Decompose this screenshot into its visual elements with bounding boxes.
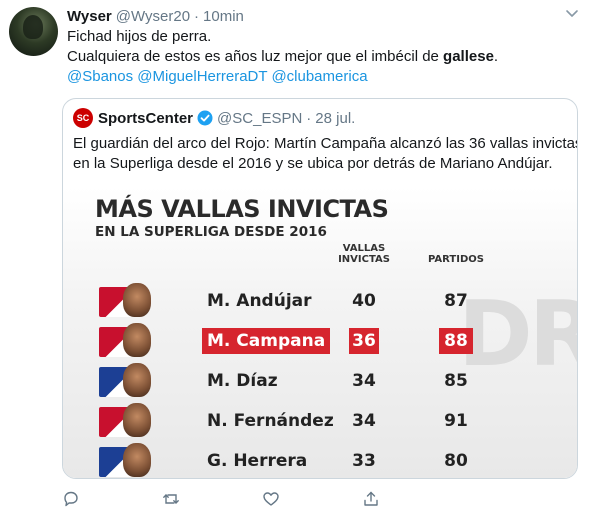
like-icon[interactable] [262, 490, 280, 508]
stats-graphic[interactable]: DR MÁS VALLAS INVICTAS EN LA SUPERLIGA D… [63, 187, 577, 478]
verified-icon [197, 110, 213, 126]
tweet-header: Wyser @Wyser20 · 10min [67, 6, 244, 26]
column-header-vallas-2: INVICTAS [338, 254, 390, 265]
quoted-separator: · [306, 109, 312, 127]
vallas-value: 34 [352, 371, 376, 391]
quoted-time[interactable]: 28 jul. [315, 110, 355, 127]
player-name: M. Campana [202, 328, 331, 354]
quoted-tweet[interactable]: SC SportsCenter @SC_ESPN · 28 jul. El gu… [62, 98, 578, 479]
player-name: G. Herrera [207, 451, 308, 471]
quoted-text: El guardián del arco del Rojo: Martín Ca… [73, 134, 578, 174]
tweet-line-2-end: . [493, 48, 499, 65]
partidos-value: 80 [444, 451, 468, 471]
graphic-subtitle: EN LA SUPERLIGA DESDE 2016 [95, 224, 327, 240]
tweet[interactable]: Wyser @Wyser20 · 10min Fichad hijos de p… [0, 0, 590, 511]
tweet-line-2: Cualquiera de estos es años luz mejor qu… [67, 47, 577, 67]
mention-sbanos[interactable]: @Sbanos [67, 68, 133, 85]
ranking-row: N. Fernández 34 91 [63, 403, 577, 439]
player-name: M. Díaz [207, 371, 278, 391]
player-name: N. Fernández [207, 411, 334, 431]
partidos-value: 88 [439, 328, 473, 354]
avatar[interactable] [9, 7, 58, 56]
partidos-value: 87 [444, 291, 468, 311]
ranking-row: M. Andújar 40 87 [63, 283, 577, 319]
column-header-vallas-1: VALLAS [342, 243, 386, 254]
player-photo [123, 363, 151, 397]
quoted-line-1: El guardián del arco del Rojo: Martín Ca… [73, 135, 578, 152]
partidos-value: 85 [444, 371, 468, 391]
quoted-header: SC SportsCenter @SC_ESPN · 28 jul. [73, 107, 355, 129]
vallas-value: 36 [349, 328, 379, 354]
quoted-line-2: en la Superliga desde el 2016 y se ubica… [73, 155, 553, 172]
column-header-partidos: PARTIDOS [428, 254, 484, 265]
ranking-row: G. Herrera 33 80 [63, 443, 577, 478]
user-handle[interactable]: @Wyser20 [116, 8, 190, 25]
player-photo [123, 443, 151, 477]
display-name[interactable]: Wyser [67, 8, 112, 25]
quoted-avatar[interactable]: SC [73, 108, 93, 128]
share-icon[interactable] [362, 490, 380, 508]
mentions-line: @Sbanos @MiguelHerreraDT @clubamerica [67, 67, 577, 87]
player-photo [123, 283, 151, 317]
separator-dot: · [194, 7, 200, 25]
retweet-icon[interactable] [162, 490, 180, 508]
partidos-value: 91 [444, 411, 468, 431]
tweet-text: Fichad hijos de perra. Cualquiera de est… [67, 27, 577, 87]
vallas-value: 34 [352, 411, 376, 431]
quoted-name[interactable]: SportsCenter [98, 110, 193, 127]
tweet-line-1: Fichad hijos de perra. [67, 28, 212, 45]
graphic-title: MÁS VALLAS INVICTAS [95, 195, 389, 223]
ranking-row: M. Campana 36 88 [63, 323, 577, 359]
timestamp[interactable]: 10min [203, 8, 244, 25]
column-header-vallas: VALLAS INVICTAS [333, 243, 395, 265]
quoted-handle[interactable]: @SC_ESPN [217, 110, 302, 127]
mention-clubamerica[interactable]: @clubamerica [271, 68, 367, 85]
player-photo [123, 323, 151, 357]
vallas-value: 33 [352, 451, 376, 471]
tweet-actions [62, 490, 562, 508]
caret-down-icon[interactable] [565, 9, 579, 19]
vallas-value: 40 [352, 291, 376, 311]
player-name: M. Andújar [207, 291, 312, 311]
ranking-row: M. Díaz 34 85 [63, 363, 577, 399]
tweet-line-2-text: Cualquiera de estos es años luz mejor qu… [67, 48, 444, 65]
player-photo [123, 403, 151, 437]
mention-miguelherrera[interactable]: @MiguelHerreraDT [137, 68, 267, 85]
bold-word: gallese [443, 48, 494, 65]
reply-icon[interactable] [62, 490, 80, 508]
